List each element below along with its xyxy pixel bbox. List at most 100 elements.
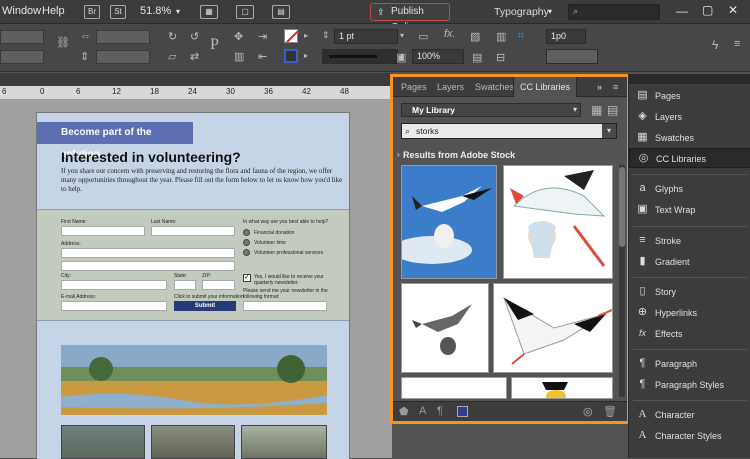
gutter-field[interactable]: 1p0 bbox=[546, 29, 586, 44]
banner-title[interactable]: Become part of the solution bbox=[37, 122, 193, 160]
grid-view-icon[interactable]: ▦ bbox=[591, 103, 602, 117]
stroke-dropdown-icon[interactable]: ▸ bbox=[304, 51, 308, 60]
reference-point-icon[interactable]: P bbox=[210, 36, 219, 54]
stock-image-stork-silhouette[interactable] bbox=[401, 283, 489, 373]
tab-swatches[interactable]: Swatches bbox=[475, 82, 514, 92]
dock-character[interactable]: A Character bbox=[629, 405, 750, 425]
stock-image-partial-2[interactable] bbox=[511, 377, 613, 399]
tab-pages[interactable]: Pages bbox=[401, 82, 427, 92]
quick-apply-icon[interactable]: ϟ bbox=[712, 38, 718, 52]
cc-sync-icon[interactable]: ◎ bbox=[583, 405, 593, 418]
select-content-icon[interactable]: ▥ bbox=[234, 50, 244, 63]
panel-menu-icon[interactable]: ≡ bbox=[613, 82, 618, 92]
stock-image-stork-sky[interactable] bbox=[401, 165, 497, 279]
select-next-icon[interactable]: ⇥ bbox=[258, 30, 267, 43]
flip-icon[interactable]: ⇄ bbox=[190, 50, 199, 63]
add-color-swatch[interactable] bbox=[457, 406, 468, 417]
scale-x-field[interactable] bbox=[96, 30, 150, 44]
rotate-icon[interactable]: ↻ bbox=[168, 30, 177, 43]
library-dropdown[interactable]: My Library bbox=[401, 103, 581, 117]
add-character-style-icon[interactable]: A bbox=[419, 405, 426, 417]
stroke-weight-dropdown-icon[interactable]: ▾ bbox=[400, 31, 404, 40]
fx-icon[interactable]: fx. bbox=[444, 28, 456, 40]
stroke-swatch[interactable] bbox=[284, 49, 298, 63]
minimize-icon[interactable]: — bbox=[676, 4, 688, 18]
address-field-1[interactable] bbox=[61, 248, 235, 258]
opacity-field[interactable]: 100% bbox=[412, 49, 464, 64]
dock-hyperlinks[interactable]: ⊕ Hyperlinks bbox=[629, 303, 750, 323]
list-view-icon[interactable]: ▤ bbox=[607, 103, 618, 117]
edit-corners-icon[interactable]: ▭ bbox=[418, 30, 428, 43]
submit-button[interactable]: Submit bbox=[174, 301, 236, 311]
marsh-landscape-image[interactable] bbox=[61, 345, 327, 415]
dock-character-styles[interactable]: A Character Styles bbox=[629, 426, 750, 446]
text-wrap-none-icon[interactable]: ▤ bbox=[472, 51, 482, 64]
scrollbar-thumb[interactable] bbox=[619, 167, 625, 247]
fill-swatch[interactable] bbox=[284, 29, 298, 43]
dock-stroke[interactable]: ≡ Stroke bbox=[629, 231, 750, 251]
zoom-dropdown-icon[interactable]: ▾ bbox=[176, 7, 180, 16]
dock-swatches[interactable]: ▦ Swatches bbox=[629, 128, 750, 148]
city-field[interactable] bbox=[61, 280, 167, 290]
page-headline[interactable]: Interested in volunteering? bbox=[61, 149, 241, 165]
fill-dropdown-icon[interactable]: ▸ bbox=[304, 31, 308, 40]
publish-online-button[interactable]: ⇪ Publish Online bbox=[370, 3, 450, 33]
dock-effects[interactable]: fx Effects bbox=[629, 324, 750, 344]
x-field[interactable] bbox=[0, 30, 44, 44]
delete-icon[interactable]: 🗑 bbox=[603, 405, 617, 418]
y-field[interactable] bbox=[0, 50, 44, 64]
dock-paragraph[interactable]: ¶ Paragraph bbox=[629, 354, 750, 374]
workspace-dropdown-icon[interactable]: ▾ bbox=[548, 7, 552, 16]
state-field[interactable] bbox=[174, 280, 196, 290]
radio-financial[interactable] bbox=[243, 229, 250, 236]
stork-photo-thumbnail-3[interactable] bbox=[241, 425, 327, 459]
stock-button[interactable]: St bbox=[110, 5, 126, 19]
document-page[interactable]: Become part of the solution Interested i… bbox=[36, 112, 350, 459]
workspace-switcher[interactable]: Typography bbox=[494, 6, 549, 18]
view-options-icon[interactable]: ▦ bbox=[200, 5, 218, 19]
dock-gradient[interactable]: ▮ Gradient bbox=[629, 252, 750, 272]
dock-story[interactable]: ▯ Story bbox=[629, 282, 750, 302]
constrain-proportions-icon[interactable]: ⛓ bbox=[56, 36, 70, 49]
stork-photo-thumbnail-1[interactable] bbox=[61, 425, 145, 459]
dock-paragraph-styles[interactable]: ¶ Paragraph Styles bbox=[629, 375, 750, 395]
radio-time[interactable] bbox=[243, 239, 250, 246]
stroke-weight-field[interactable]: 1 pt bbox=[334, 29, 398, 44]
zoom-level[interactable]: 51.8% bbox=[140, 5, 171, 17]
close-icon[interactable]: ✕ bbox=[728, 3, 738, 17]
control-menu-icon[interactable]: ≡ bbox=[734, 38, 740, 50]
dock-glyphs[interactable]: a Glyphs bbox=[629, 179, 750, 199]
shear-icon[interactable]: ▱ bbox=[168, 50, 176, 63]
arrange-documents-icon[interactable]: ▤ bbox=[272, 5, 290, 19]
intro-text[interactable]: If you share our concern with preserving… bbox=[61, 167, 346, 194]
bridge-button[interactable]: Br bbox=[84, 5, 100, 19]
tab-layers[interactable]: Layers bbox=[437, 82, 464, 92]
stock-image-stork-baby[interactable] bbox=[503, 165, 613, 279]
frame-fitting-field[interactable] bbox=[546, 49, 598, 64]
drop-shadow-icon[interactable]: ▨ bbox=[470, 30, 480, 43]
stock-image-stork-flying[interactable] bbox=[493, 283, 613, 373]
results-header[interactable]: Results from Adobe Stock bbox=[403, 150, 515, 160]
dock-layers[interactable]: ◈ Layers bbox=[629, 107, 750, 127]
zip-field[interactable] bbox=[202, 280, 235, 290]
dock-cc-libraries[interactable]: ◎ CC Libraries bbox=[629, 148, 750, 168]
auto-fit-icon[interactable]: ⌗ bbox=[518, 30, 524, 43]
stock-search-input[interactable]: ⌕ storks ▾ bbox=[401, 123, 617, 139]
panel-overflow-icon[interactable]: » bbox=[597, 82, 602, 92]
add-graphic-icon[interactable]: ⬟ bbox=[399, 405, 409, 418]
library-dropdown-icon[interactable]: ▾ bbox=[573, 105, 577, 114]
stock-image-partial-1[interactable] bbox=[401, 377, 507, 399]
dock-pages[interactable]: ▤ Pages bbox=[629, 86, 750, 106]
menu-window[interactable]: Window bbox=[2, 5, 41, 17]
first-name-field[interactable] bbox=[61, 226, 145, 236]
collapse-results-icon[interactable]: › bbox=[397, 150, 400, 159]
menu-help[interactable]: Help bbox=[42, 5, 65, 17]
rotate-ccw-icon[interactable]: ↺ bbox=[190, 30, 199, 43]
align-icon[interactable]: ⊟ bbox=[496, 51, 505, 64]
search-scope-dropdown-icon[interactable]: ▾ bbox=[602, 124, 616, 138]
results-scrollbar[interactable] bbox=[619, 165, 625, 397]
restore-icon[interactable]: ▢ bbox=[702, 3, 713, 17]
help-search-input[interactable]: ⌕ bbox=[568, 4, 660, 20]
stroke-weight-stepper[interactable]: ⇕ bbox=[322, 30, 330, 41]
scale-y-field[interactable] bbox=[96, 50, 150, 64]
